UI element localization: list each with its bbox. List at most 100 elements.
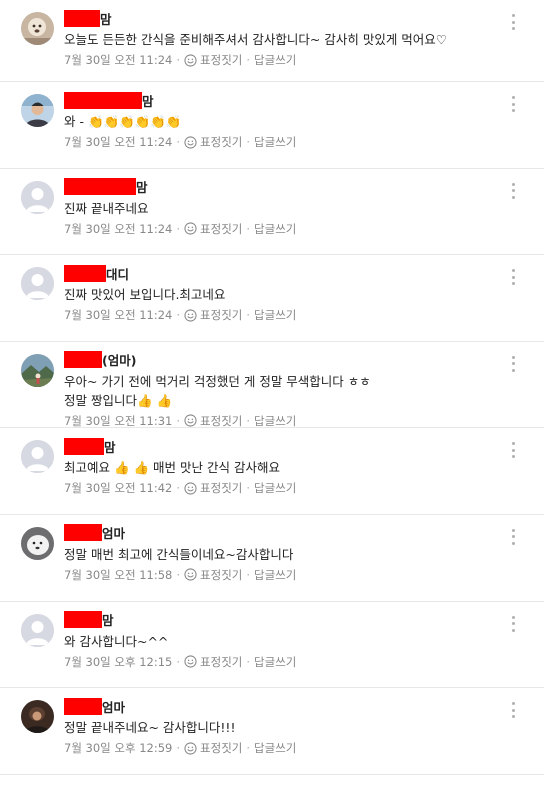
comment-meta: 7월 30일 오전 11:58 · 표정짓기 · 답글쓰기 <box>64 567 296 583</box>
author-name[interactable]: 맘 <box>64 611 114 629</box>
user-avatar[interactable] <box>21 94 54 127</box>
more-vertical-icon[interactable] <box>510 615 516 632</box>
user-avatar[interactable] <box>21 353 54 387</box>
react-label: 표정짓기 <box>200 654 243 669</box>
comment-text-line: 진짜 끝내주네요 <box>64 200 149 216</box>
redacted-name-block <box>64 611 102 629</box>
react-button[interactable]: 표정짓기 <box>184 413 242 429</box>
react-button[interactable]: 표정짓기 <box>184 740 242 756</box>
react-button[interactable]: 표정짓기 <box>184 480 242 496</box>
meta-separator: · <box>176 741 181 756</box>
react-label: 표정짓기 <box>200 221 243 236</box>
reply-button[interactable]: 답글쓰기 <box>254 567 296 583</box>
react-label: 표정짓기 <box>200 413 243 428</box>
react-button[interactable]: 표정짓기 <box>184 52 242 68</box>
smile-icon <box>184 655 197 668</box>
comment-text-line: 정말 끝내주네요~ 감사합니다!!! <box>64 720 236 736</box>
comment-text-line: 정말 매번 최고에 간식들이네요~감사합니다 <box>64 546 294 562</box>
comment-text-line: 최고예요 👍 👍 매번 맛난 간식 감사해요 <box>64 460 280 476</box>
smile-icon <box>184 222 197 235</box>
meta-separator: · <box>246 567 251 582</box>
meta-separator: · <box>246 135 251 149</box>
comment-text-line: 와 감사합니다~^^ <box>64 633 169 649</box>
react-button[interactable]: 표정짓기 <box>184 134 242 150</box>
react-label: 표정짓기 <box>200 567 243 582</box>
more-vertical-icon[interactable] <box>510 269 516 286</box>
more-vertical-icon[interactable] <box>510 182 516 199</box>
user-avatar[interactable] <box>21 526 54 560</box>
author-name-suffix: 엄마 <box>102 526 126 542</box>
react-label: 표정짓기 <box>200 308 243 323</box>
redacted-name-block <box>64 524 102 542</box>
reply-button[interactable]: 답글쓰기 <box>254 740 296 756</box>
smile-icon <box>184 742 197 755</box>
comment-meta: 7월 30일 오전 11:24 · 표정짓기 · 답글쓰기 <box>64 221 296 237</box>
author-name-suffix: (엄마) <box>102 353 137 369</box>
react-label: 표정짓기 <box>200 53 243 67</box>
meta-separator: · <box>176 53 181 67</box>
comment-text-line: 와 - 👏👏👏👏👏👏 <box>64 114 182 129</box>
redacted-name-block <box>64 91 142 109</box>
user-avatar[interactable] <box>21 613 54 647</box>
comment-meta: 7월 30일 오전 11:42 · 표정짓기 · 답글쓰기 <box>64 480 296 496</box>
more-vertical-icon[interactable] <box>510 14 516 30</box>
comment-item: 맘 와 - 👏👏👏👏👏👏 7월 30일 오전 11:24 · 표정짓기 · 답글… <box>0 82 544 169</box>
reply-button[interactable]: 답글쓰기 <box>254 654 296 670</box>
author-name-suffix: 맘 <box>102 613 114 629</box>
meta-separator: · <box>176 413 181 428</box>
comment-text: 정말 매번 최고에 간식들이네요~감사합니다 <box>64 545 293 564</box>
comment-timestamp: 7월 30일 오전 11:31 <box>64 413 173 428</box>
author-name[interactable]: (엄마) <box>64 351 136 369</box>
author-name[interactable]: 엄마 <box>64 524 125 542</box>
author-name-suffix: 엄마 <box>102 699 126 715</box>
reply-button[interactable]: 답글쓰기 <box>254 413 296 429</box>
comment-list: 맘 오늘도 든든한 간식을 준비해주셔서 감사합니다~ 감사히 맛있게 먹어요♡… <box>0 0 544 775</box>
user-avatar[interactable] <box>21 440 54 474</box>
comment-text-line: 우아~ 가기 전에 먹거리 걱정했던 게 정말 무색합니다 ㅎㅎ <box>64 373 371 389</box>
meta-separator: · <box>246 654 251 669</box>
reply-button[interactable]: 답글쓰기 <box>254 480 296 496</box>
author-name[interactable]: 맘 <box>64 9 112 27</box>
react-button[interactable]: 표정짓기 <box>184 307 242 323</box>
reply-button[interactable]: 답글쓰기 <box>254 52 296 68</box>
reply-button[interactable]: 답글쓰기 <box>254 221 296 237</box>
smile-icon <box>184 53 197 67</box>
comment-item: 맘 와 감사합니다~^^ 7월 30일 오후 12:15 · 표정짓기 · 답글… <box>0 602 544 689</box>
comment-meta: 7월 30일 오전 11:31 · 표정짓기 · 답글쓰기 <box>64 413 296 429</box>
user-avatar[interactable] <box>21 12 54 45</box>
reply-button[interactable]: 답글쓰기 <box>254 134 296 150</box>
comment-timestamp: 7월 30일 오전 11:24 <box>64 53 173 67</box>
comment-item: 맘 진짜 끝내주네요 7월 30일 오전 11:24 · 표정짓기 · 답글쓰기 <box>0 169 544 256</box>
user-avatar[interactable] <box>21 700 54 734</box>
comment-meta: 7월 30일 오후 12:15 · 표정짓기 · 답글쓰기 <box>64 654 296 670</box>
user-avatar[interactable] <box>21 267 54 301</box>
react-label: 표정짓기 <box>200 135 243 149</box>
author-name-suffix: 맘 <box>142 93 154 109</box>
meta-separator: · <box>176 567 181 582</box>
author-name-suffix: 맘 <box>136 180 148 196</box>
more-vertical-icon[interactable] <box>510 96 516 112</box>
react-button[interactable]: 표정짓기 <box>184 654 242 670</box>
react-button[interactable]: 표정짓기 <box>184 567 242 583</box>
more-vertical-icon[interactable] <box>510 528 516 545</box>
user-avatar[interactable] <box>21 180 54 214</box>
comment-text: 최고예요 👍 👍 매번 맛난 간식 감사해요 <box>64 458 280 477</box>
author-name[interactable]: 맘 <box>64 91 154 109</box>
comment-timestamp: 7월 30일 오전 11:24 <box>64 221 173 236</box>
more-vertical-icon[interactable] <box>510 355 516 372</box>
reply-button[interactable]: 답글쓰기 <box>254 307 296 323</box>
meta-separator: · <box>176 654 181 669</box>
comment-text: 진짜 맛있어 보입니다.최고네요 <box>64 285 225 304</box>
redacted-name-block <box>64 9 100 27</box>
meta-separator: · <box>246 53 251 67</box>
more-vertical-icon[interactable] <box>510 702 516 719</box>
comment-text-line: 진짜 맛있어 보입니다.최고네요 <box>64 287 226 303</box>
comment-text-line: 정말 짱입니다👍 👍 <box>64 392 173 408</box>
react-button[interactable]: 표정짓기 <box>184 221 242 237</box>
author-name[interactable]: 맘 <box>64 437 116 455</box>
author-name[interactable]: 맘 <box>64 178 148 196</box>
comment-meta: 7월 30일 오전 11:24 · 표정짓기 · 답글쓰기 <box>64 307 296 323</box>
author-name[interactable]: 엄마 <box>64 697 125 715</box>
author-name[interactable]: 대디 <box>64 264 129 282</box>
more-vertical-icon[interactable] <box>510 442 516 459</box>
